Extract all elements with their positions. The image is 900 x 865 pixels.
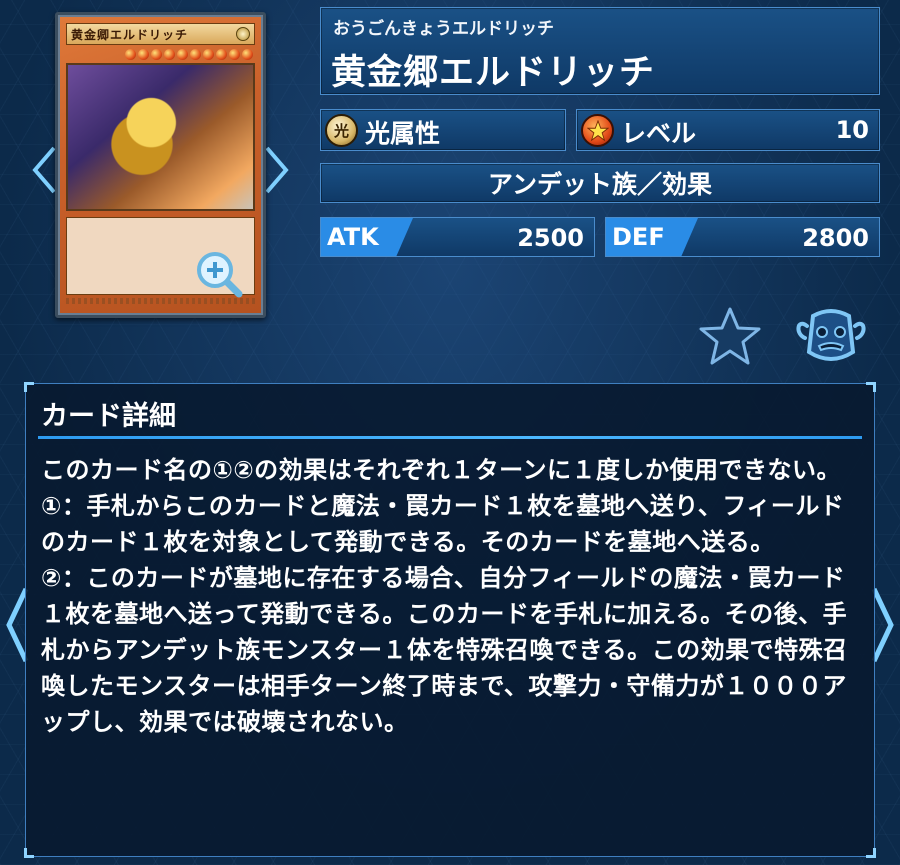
level-label: レベル: [621, 119, 697, 148]
card-effect-text: このカード名の①②の効果はそれぞれ１ターンに１度しか使用できない。 ①：手札から…: [41, 456, 848, 736]
level-panel: レベル 10: [576, 109, 880, 151]
atk-panel: ATK 2500: [320, 217, 595, 257]
deck-pot-icon: [796, 309, 866, 361]
details-heading: カード詳細: [41, 401, 176, 432]
chevron-right-icon: [265, 146, 289, 194]
favorite-button[interactable]: [697, 305, 763, 367]
card-mini-name: 黄金卿エルドリッチ: [71, 27, 189, 42]
zoom-in-icon: [197, 252, 243, 298]
level-star-icon: [581, 114, 614, 147]
def-panel: DEF 2800: [605, 217, 880, 257]
def-value: 2800: [802, 224, 869, 252]
def-label: DEF: [612, 223, 665, 251]
card-name-reading: おうごんきょうエルドリッチ: [333, 19, 554, 39]
card-name-panel: おうごんきょうエルドリッチ 黄金郷エルドリッチ: [320, 7, 880, 95]
card-artwork: [66, 63, 255, 211]
next-card-arrow[interactable]: [263, 145, 291, 195]
atk-value: 2500: [517, 224, 584, 252]
chevron-left-icon: [32, 146, 56, 194]
star-icon: [699, 307, 761, 365]
card-level-stars: [66, 49, 253, 60]
level-value: 10: [835, 116, 869, 144]
attribute-label: 光属性: [365, 119, 441, 148]
zoom-button[interactable]: [193, 248, 245, 300]
card-type: アンデット族／効果: [487, 170, 712, 199]
deck-button[interactable]: [793, 304, 869, 370]
atk-label: ATK: [327, 223, 379, 251]
attribute-light-icon: 光: [325, 114, 358, 147]
card-name-bar: 黄金卿エルドリッチ: [66, 23, 255, 45]
details-divider: [38, 436, 862, 439]
card-attribute-dot: [236, 27, 250, 41]
attribute-panel: 光 光属性: [320, 109, 566, 151]
prev-card-arrow[interactable]: [30, 145, 58, 195]
card-details-panel: カード詳細 このカード名の①②の効果はそれぞれ１ターンに１度しか使用できない。 …: [24, 382, 876, 858]
card-name: 黄金郷エルドリッチ: [331, 53, 656, 93]
type-panel: アンデット族／効果: [320, 163, 880, 203]
